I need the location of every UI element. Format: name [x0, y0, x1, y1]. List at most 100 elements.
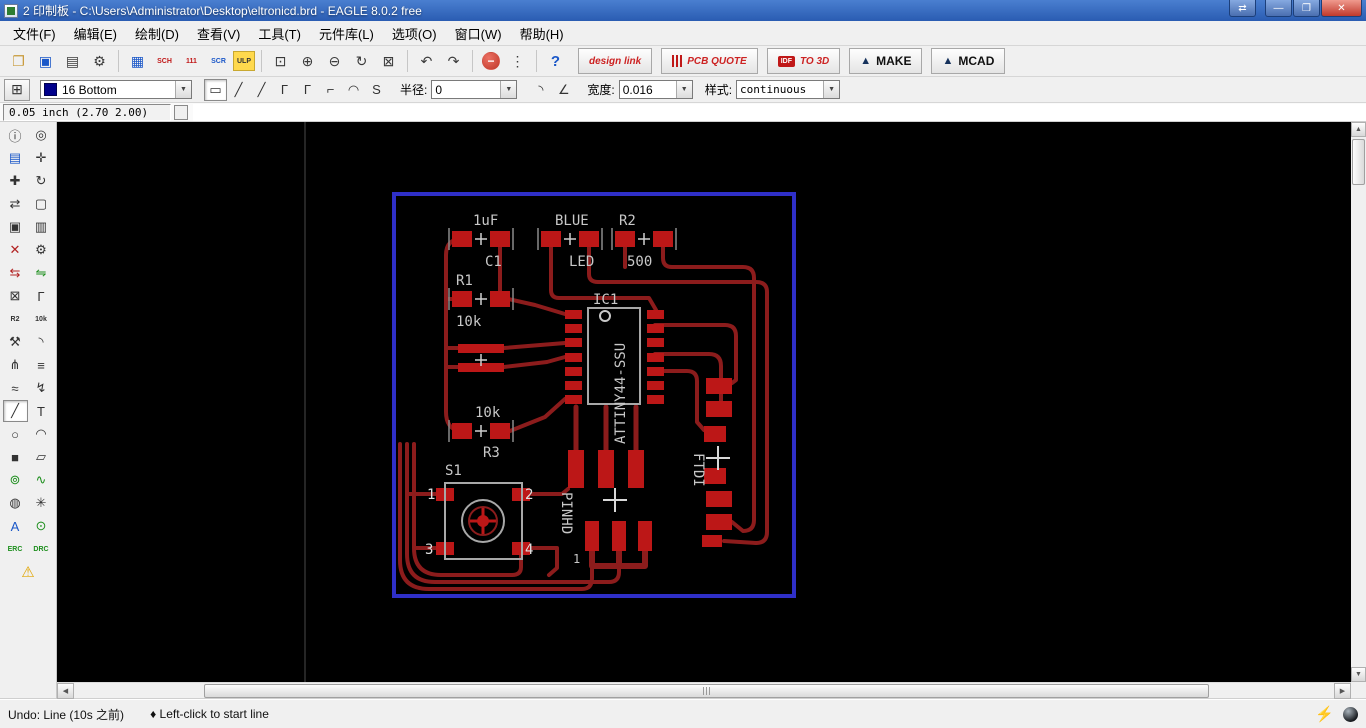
- ulp-icon[interactable]: ULP: [233, 51, 255, 71]
- move-tool[interactable]: ✚: [3, 170, 28, 192]
- pcb-quote-button[interactable]: PCB QUOTE: [661, 48, 758, 74]
- script-icon[interactable]: SCR: [206, 49, 231, 73]
- cam-processor-icon[interactable]: ⚙: [87, 49, 112, 73]
- menu-view[interactable]: 查看(V): [188, 21, 249, 46]
- wire-bend-5[interactable]: ⌐: [319, 79, 342, 101]
- horizontal-scroll-thumb[interactable]: [204, 684, 1209, 698]
- save-icon[interactable]: ▣: [33, 49, 58, 73]
- width-select[interactable]: 0.016 ▼: [618, 80, 693, 99]
- optimize-tool[interactable]: ≡: [29, 354, 54, 376]
- zoom-select-icon[interactable]: ⊠: [376, 49, 401, 73]
- via-tool[interactable]: ⊚: [3, 469, 28, 491]
- close-button[interactable]: ✕: [1321, 0, 1362, 17]
- value-tool[interactable]: 10k: [29, 308, 54, 330]
- wire-bend-7[interactable]: S: [365, 79, 388, 101]
- undo-icon[interactable]: ↶: [414, 49, 439, 73]
- paste-tool[interactable]: ▥: [29, 216, 54, 238]
- drill-tool[interactable]: ⊙: [29, 515, 54, 537]
- miter-straight-button[interactable]: ∠: [552, 79, 575, 101]
- split-tool[interactable]: ⋔: [3, 354, 28, 376]
- pcb-canvas[interactable]: 1uF C1 BLUE LED R2 500 R1 10k 10k R3 S1 …: [57, 122, 1351, 682]
- menu-options[interactable]: 选项(O): [383, 21, 446, 46]
- zoom-in-icon[interactable]: ⊕: [295, 49, 320, 73]
- mark-tool[interactable]: ✛: [29, 147, 54, 169]
- rotate-tool[interactable]: ↻: [29, 170, 54, 192]
- wire-bend-0[interactable]: ▭: [204, 78, 227, 101]
- scroll-down-button[interactable]: ▼: [1351, 667, 1366, 682]
- idf-to-3d-button[interactable]: IDF TO 3D: [766, 48, 841, 74]
- polygon-tool[interactable]: ▱: [29, 446, 54, 468]
- menu-draw[interactable]: 绘制(D): [126, 21, 188, 46]
- mirror-tool[interactable]: ⇄: [3, 193, 28, 215]
- layer-dropdown-arrow-icon[interactable]: ▼: [175, 81, 191, 98]
- zoom-redraw-icon[interactable]: ↻: [349, 49, 374, 73]
- radius-dropdown-arrow-icon[interactable]: ▼: [500, 81, 517, 98]
- design-link-button[interactable]: design link: [578, 48, 653, 74]
- hole-tool[interactable]: ◍: [3, 492, 28, 514]
- style-dropdown-arrow-icon[interactable]: ▼: [823, 81, 840, 98]
- zoom-out-icon[interactable]: ⊖: [322, 49, 347, 73]
- redo-icon[interactable]: ↷: [441, 49, 466, 73]
- replace-tool[interactable]: ⇆: [3, 262, 28, 284]
- menu-window[interactable]: 窗口(W): [446, 21, 511, 46]
- menu-file[interactable]: 文件(F): [4, 21, 65, 46]
- menu-library[interactable]: 元件库(L): [310, 21, 383, 46]
- menu-help[interactable]: 帮助(H): [511, 21, 573, 46]
- wire-bend-3[interactable]: Γ: [273, 79, 296, 101]
- width-dropdown-arrow-icon[interactable]: ▼: [675, 81, 692, 98]
- pinswap-tool[interactable]: ⇋: [29, 262, 54, 284]
- wire-bend-6[interactable]: ◠: [342, 79, 365, 101]
- lightning-icon[interactable]: ⚡: [1315, 705, 1334, 723]
- wire-bend-4[interactable]: Γ: [296, 79, 319, 101]
- make-button[interactable]: ▲ MAKE: [849, 48, 923, 74]
- display-tool[interactable]: ▤: [3, 147, 28, 169]
- menu-edit[interactable]: 编辑(E): [65, 21, 126, 46]
- horizontal-scrollbar[interactable]: ◀ ▶: [57, 682, 1351, 699]
- vertical-scroll-track[interactable]: [1351, 137, 1366, 667]
- ratsnest-tool[interactable]: ✳: [29, 492, 54, 514]
- minimize-button[interactable]: —: [1265, 0, 1292, 17]
- wire-bend-2[interactable]: ╱: [250, 79, 273, 101]
- delete-tool[interactable]: ✕: [3, 239, 28, 261]
- rect-tool[interactable]: ■: [3, 446, 28, 468]
- coordinate-toggle-button[interactable]: [174, 104, 188, 120]
- copy-tool[interactable]: ▣: [3, 216, 28, 238]
- scroll-right-button[interactable]: ▶: [1334, 683, 1351, 699]
- erc-tool[interactable]: ERC: [3, 538, 28, 560]
- library-icon[interactable]: 111: [179, 49, 204, 73]
- info-tool[interactable]: ⓘ: [3, 124, 28, 146]
- eagle-status-icon[interactable]: [1343, 706, 1358, 722]
- lock-tool[interactable]: ⊠: [3, 285, 28, 307]
- smash-tool[interactable]: ⚒: [3, 331, 28, 353]
- scroll-up-button[interactable]: ▲: [1351, 122, 1366, 137]
- ripup-tool[interactable]: ↯: [29, 377, 54, 399]
- errors-tool[interactable]: ⚠: [16, 561, 41, 583]
- circle-tool[interactable]: ○: [3, 423, 28, 445]
- route-tool[interactable]: Γ: [29, 285, 54, 307]
- autoroute-tool[interactable]: A: [3, 515, 28, 537]
- name-tool[interactable]: R2: [3, 308, 28, 330]
- vertical-scroll-thumb[interactable]: [1352, 139, 1365, 185]
- layer-select[interactable]: 16 Bottom ▼: [40, 80, 192, 99]
- mcad-button[interactable]: ▲ MCAD: [931, 48, 1006, 74]
- stop-icon[interactable]: −: [482, 52, 500, 70]
- menu-tools[interactable]: 工具(T): [249, 21, 310, 46]
- schematic-icon[interactable]: SCH: [152, 49, 177, 73]
- print-icon[interactable]: ▤: [60, 49, 85, 73]
- board-schematic-icon[interactable]: ▦: [125, 49, 150, 73]
- command-input[interactable]: [193, 103, 1366, 121]
- zoom-fit-icon[interactable]: ⊡: [268, 49, 293, 73]
- drc-tool[interactable]: DRC: [29, 538, 54, 560]
- scroll-left-button[interactable]: ◀: [57, 683, 74, 699]
- horizontal-scroll-track[interactable]: [74, 683, 1334, 699]
- arc-tool[interactable]: ◠: [29, 423, 54, 445]
- meander-tool[interactable]: ≈: [3, 377, 28, 399]
- group-tool[interactable]: ▢: [29, 193, 54, 215]
- radius-select[interactable]: 0 ▼: [431, 80, 518, 99]
- style-select[interactable]: continuous ▼: [736, 80, 841, 99]
- miter-tool[interactable]: ◝: [29, 331, 54, 353]
- miter-round-button[interactable]: ◝: [529, 79, 552, 101]
- show-tool[interactable]: ◎: [29, 124, 54, 146]
- grid-button[interactable]: ⊞: [4, 78, 30, 101]
- wire-tool[interactable]: ╱: [2, 400, 28, 422]
